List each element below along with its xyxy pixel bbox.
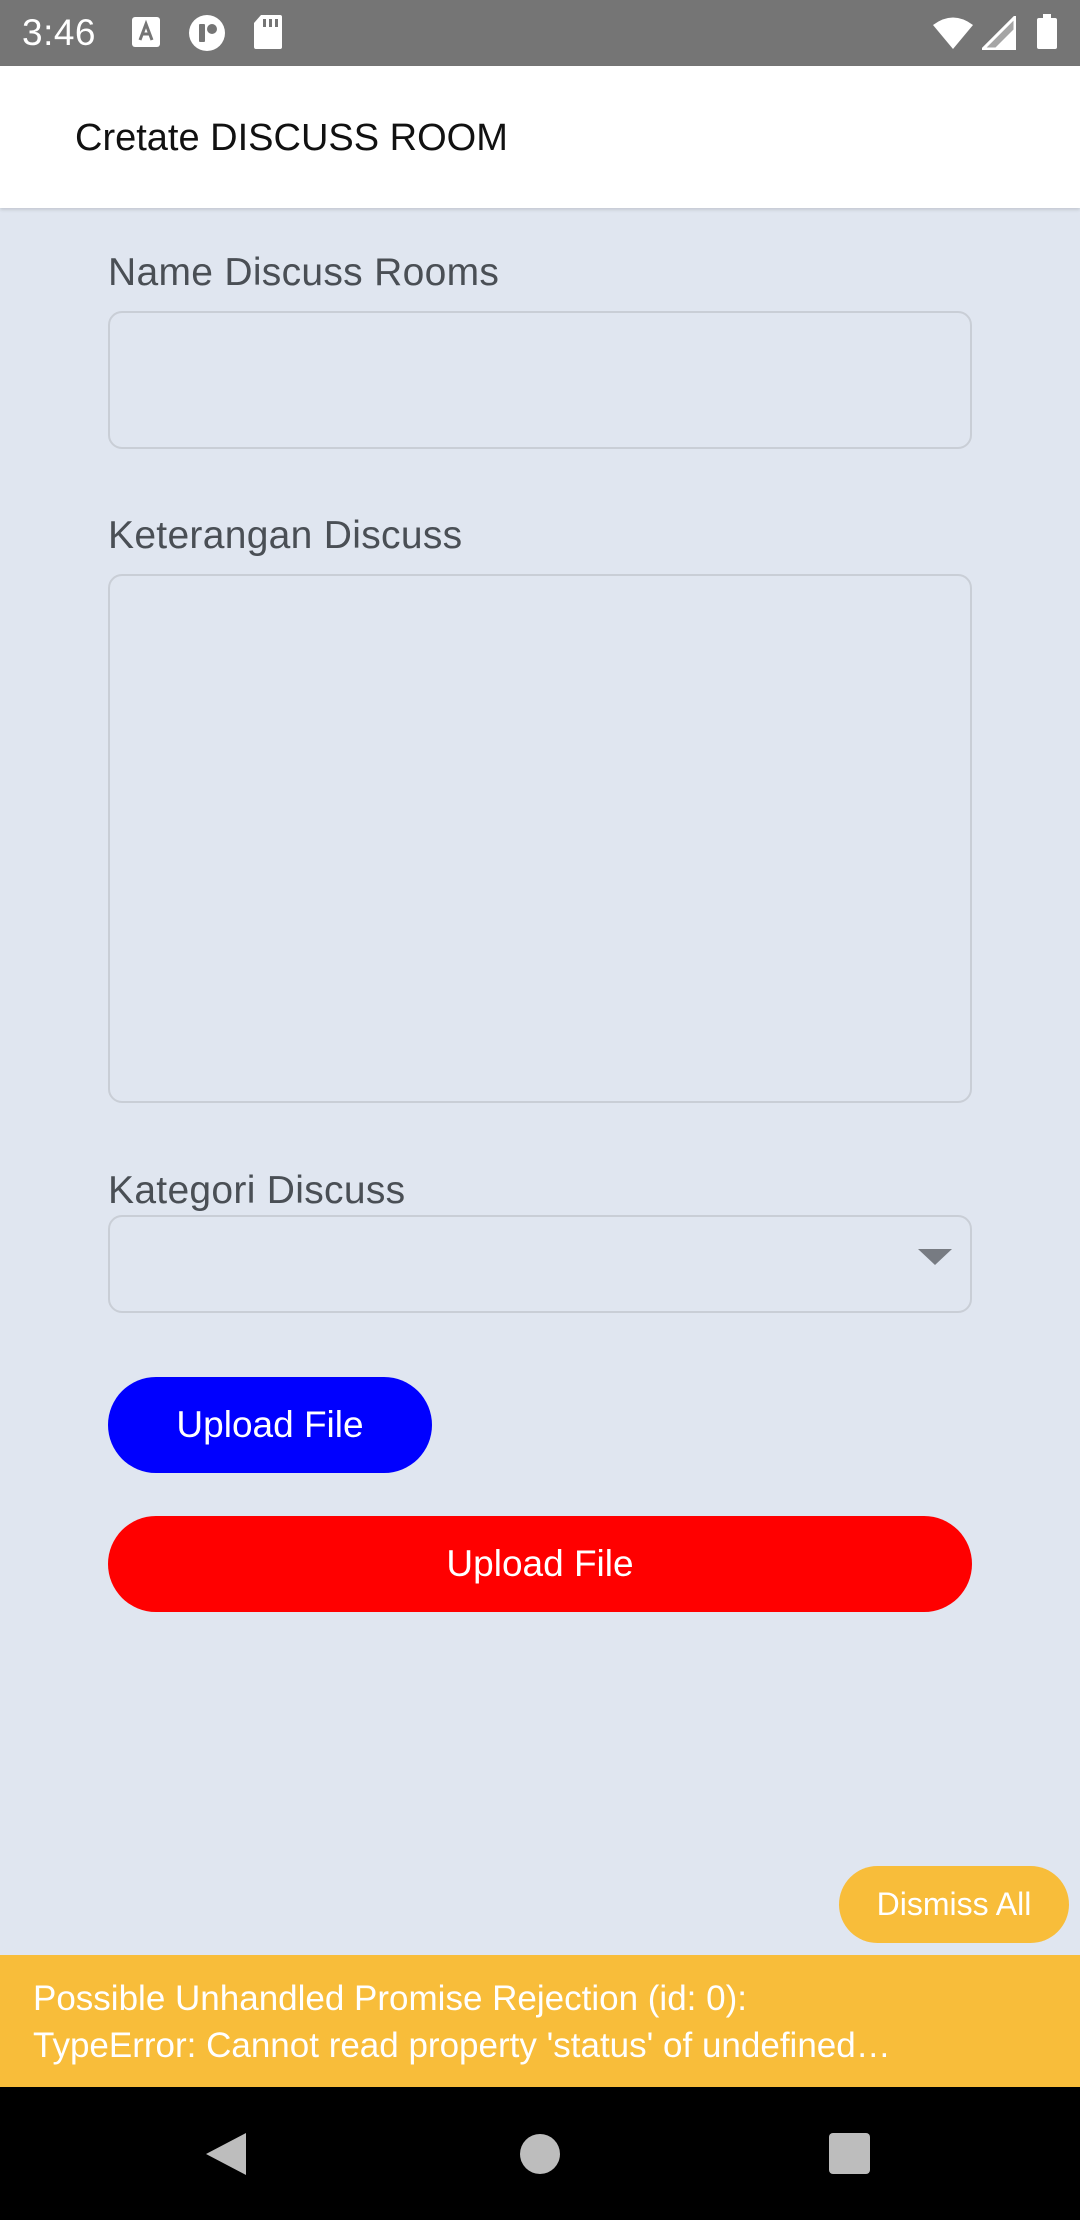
keterangan-discuss-textarea[interactable] xyxy=(108,574,972,1103)
status-bar: 3:46 xyxy=(0,0,1080,66)
sd-card-icon xyxy=(254,15,282,49)
warning-banner[interactable]: Possible Unhandled Promise Rejection (id… xyxy=(0,1955,1080,2087)
navigation-bar xyxy=(0,2087,1080,2220)
upload-file-button[interactable]: Upload File xyxy=(108,1377,432,1473)
home-icon[interactable] xyxy=(520,2134,560,2174)
wifi-icon xyxy=(933,17,973,49)
submit-upload-file-button[interactable]: Upload File xyxy=(108,1516,972,1612)
warning-message-line-2: TypeError: Cannot read property 'status'… xyxy=(33,2026,891,2065)
dropdown-arrow-icon xyxy=(918,1249,952,1265)
description-label: Keterangan Discuss xyxy=(108,514,463,557)
category-label: Kategori Discuss xyxy=(108,1169,406,1212)
status-time: 3:46 xyxy=(22,12,97,53)
a-notification-icon xyxy=(132,17,160,47)
battery-icon xyxy=(1037,14,1057,49)
page-title: Cretate DISCUSS ROOM xyxy=(75,117,508,159)
warning-message-line-1: Possible Unhandled Promise Rejection (id… xyxy=(33,1979,747,2018)
kategori-discuss-dropdown[interactable] xyxy=(108,1215,972,1313)
recents-icon[interactable] xyxy=(829,2133,870,2174)
back-icon[interactable] xyxy=(204,2131,248,2177)
circle-app-icon xyxy=(189,15,225,51)
name-label: Name Discuss Rooms xyxy=(108,251,500,294)
app-bar: Cretate DISCUSS ROOM xyxy=(0,66,1080,208)
signal-icon xyxy=(982,16,1016,50)
dismiss-all-button[interactable]: Dismiss All xyxy=(839,1866,1069,1943)
name-discuss-room-input[interactable] xyxy=(108,311,972,449)
